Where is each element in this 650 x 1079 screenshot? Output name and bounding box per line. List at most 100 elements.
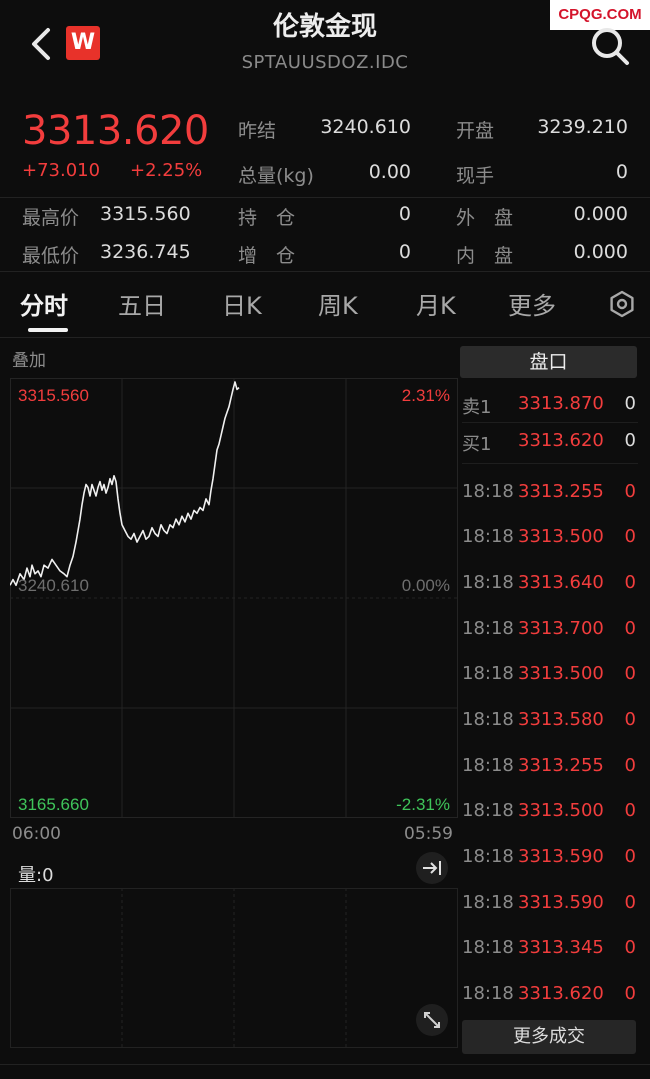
- trade-time: 18:18: [462, 709, 514, 730]
- oi-change-label: 增 仓: [238, 245, 296, 267]
- y-min-price-label: 3165.660: [18, 795, 89, 814]
- trade-time: 18:18: [462, 663, 514, 684]
- jump-to-end-icon: [423, 861, 441, 875]
- trade-row: 18:18 3313.500 0: [462, 526, 638, 550]
- trade-row: 18:18 3313.255 0: [462, 481, 638, 505]
- trade-time: 18:18: [462, 572, 514, 593]
- intraday-chart[interactable]: 3315.560 2.31% 3240.610 0.00% 3165.660 -…: [10, 378, 458, 818]
- trade-row: 18:18 3313.255 0: [462, 755, 638, 779]
- trade-row: 18:18 3313.580 0: [462, 709, 638, 733]
- low-label: 最低价: [22, 245, 80, 267]
- trade-row: 18:18 3313.590 0: [462, 846, 638, 870]
- tab-weekly-k[interactable]: 周K: [318, 286, 358, 321]
- order-book-tab[interactable]: 盘口: [460, 346, 637, 378]
- trade-time: 18:18: [462, 937, 514, 958]
- oi-change-value: 0: [398, 241, 411, 263]
- divider: [0, 337, 650, 338]
- chart-grid: [10, 378, 458, 818]
- trade-price: 3313.700: [518, 618, 604, 639]
- trade-price: 3313.640: [518, 572, 604, 593]
- trade-qty: 0: [624, 983, 636, 1004]
- overlay-button[interactable]: 叠加: [12, 346, 46, 371]
- trade-time: 18:18: [462, 755, 514, 776]
- last-hand-label: 现手: [456, 165, 495, 187]
- trade-time: 18:18: [462, 618, 514, 639]
- trade-qty: 0: [624, 709, 636, 730]
- prev-settle-value: 3240.610: [320, 116, 411, 138]
- last-hand-value: 0: [615, 161, 628, 183]
- trade-price: 3313.500: [518, 663, 604, 684]
- trade-qty: 0: [624, 526, 636, 547]
- trade-qty: 0: [624, 618, 636, 639]
- trade-row: 18:18 3313.500 0: [462, 663, 638, 687]
- trade-row: 18:18 3313.345 0: [462, 937, 638, 961]
- trade-price: 3313.345: [518, 937, 604, 958]
- trade-qty: 0: [624, 937, 636, 958]
- volume-value: 0.00: [368, 161, 411, 183]
- tab-monthly-k[interactable]: 月K: [416, 286, 456, 321]
- x-axis-end-time: 05:59: [404, 824, 453, 844]
- trade-time: 18:18: [462, 983, 514, 1004]
- high-value: 3315.560: [100, 203, 191, 225]
- trade-time: 18:18: [462, 846, 514, 867]
- trade-row: 18:18 3313.700 0: [462, 618, 638, 642]
- inner-value: 0.000: [573, 241, 628, 263]
- open-interest-label: 持 仓: [238, 207, 296, 229]
- jump-to-end-button[interactable]: [416, 852, 448, 884]
- low-value: 3236.745: [100, 241, 191, 263]
- settings-hexagon-icon: [610, 290, 634, 318]
- search-button[interactable]: [588, 24, 632, 68]
- trade-qty: 0: [624, 846, 636, 867]
- tab-more[interactable]: 更多: [508, 286, 556, 321]
- price-change-percent: +2.25%: [130, 160, 203, 181]
- outer-label: 外 盘: [456, 207, 514, 229]
- ask-1-row: 卖1 3313.870 0: [462, 393, 638, 418]
- ask-1-price: 3313.870: [518, 393, 604, 414]
- price-change: +73.010: [22, 160, 101, 181]
- expand-chart-button[interactable]: [416, 1004, 448, 1036]
- bid-1-row: 买1 3313.620 0: [462, 430, 638, 455]
- expand-diagonal-icon: [424, 1012, 440, 1028]
- tab-intraday[interactable]: 分时: [20, 286, 68, 321]
- trade-price: 3313.590: [518, 892, 604, 913]
- divider: [0, 271, 650, 272]
- trade-time: 18:18: [462, 526, 514, 547]
- tab-five-day[interactable]: 五日: [118, 286, 166, 321]
- trade-row: 18:18 3313.500 0: [462, 800, 638, 824]
- trade-qty: 0: [624, 572, 636, 593]
- tab-daily-k[interactable]: 日K: [222, 286, 262, 321]
- divider: [462, 463, 638, 464]
- trade-row: 18:18 3313.620 0: [462, 983, 638, 1007]
- trade-price: 3313.580: [518, 709, 604, 730]
- more-trades-button[interactable]: 更多成交: [462, 1020, 636, 1054]
- volume-grid: [10, 888, 458, 1048]
- open-value: 3239.210: [537, 116, 628, 138]
- y-mid-pct-label: 0.00%: [402, 576, 450, 595]
- bid-1-price: 3313.620: [518, 430, 604, 451]
- trade-row: 18:18 3313.640 0: [462, 572, 638, 596]
- price-series: [10, 381, 240, 587]
- trade-price: 3313.500: [518, 800, 604, 821]
- x-axis-start-time: 06:00: [12, 824, 61, 844]
- chart-settings-button[interactable]: [608, 290, 636, 318]
- inner-label: 内 盘: [456, 245, 514, 267]
- trade-price: 3313.590: [518, 846, 604, 867]
- divider: [462, 422, 638, 423]
- trade-price: 3313.620: [518, 983, 604, 1004]
- trade-qty: 0: [624, 755, 636, 776]
- volume-readout: 量:0: [18, 865, 54, 886]
- ask-1-qty: 0: [624, 393, 636, 414]
- trade-time: 18:18: [462, 800, 514, 821]
- volume-chart[interactable]: [10, 888, 458, 1048]
- divider: [0, 1064, 650, 1065]
- volume-label: 总量(kg): [238, 165, 314, 187]
- trade-time: 18:18: [462, 481, 514, 502]
- last-price: 3313.620: [22, 108, 209, 154]
- open-label: 开盘: [456, 120, 495, 142]
- trade-qty: 0: [624, 800, 636, 821]
- y-max-price-label: 3315.560: [18, 386, 89, 405]
- trade-qty: 0: [624, 892, 636, 913]
- divider: [0, 197, 650, 198]
- y-mid-price-label: 3240.610: [18, 576, 89, 595]
- trade-price: 3313.255: [518, 755, 604, 776]
